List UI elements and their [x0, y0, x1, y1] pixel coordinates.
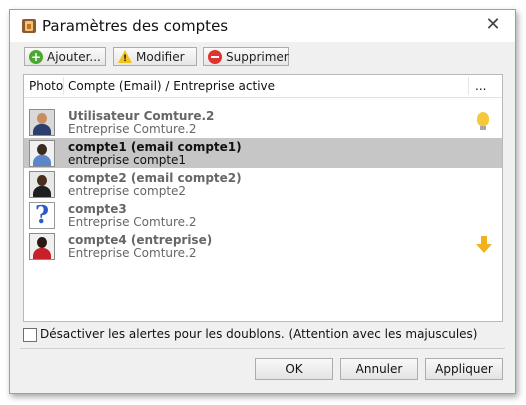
plus-icon: +: [29, 50, 43, 64]
delete-button[interactable]: Supprimer: [203, 47, 289, 66]
list-header: Photo Compte (Email) / Entreprise active…: [24, 75, 502, 98]
cancel-button[interactable]: Annuler: [340, 358, 418, 380]
account-name: compte4 (entreprise): [68, 233, 213, 247]
add-button[interactable]: + Ajouter...: [24, 47, 106, 66]
account-row[interactable]: Utilisateur Comture.2 Entreprise Comture…: [24, 107, 502, 137]
edit-button-label: Modifier: [136, 50, 185, 64]
divider: [20, 348, 505, 349]
accounts-list[interactable]: Photo Compte (Email) / Entreprise active…: [23, 74, 503, 322]
account-name: compte1 (email compte1): [68, 140, 242, 154]
column-header-account[interactable]: Compte (Email) / Entreprise active: [68, 79, 275, 93]
account-name: compte2 (email compte2): [68, 171, 242, 185]
account-company: Entreprise Comture.2: [68, 122, 197, 136]
account-settings-dialog: Paramètres des comptes ✕ + Ajouter... Mo…: [9, 9, 516, 394]
duplicate-alerts-label: Désactiver les alertes pour les doublons…: [40, 327, 478, 341]
account-company: entreprise compte1: [68, 153, 187, 167]
account-row[interactable]: compte4 (entreprise) Entreprise Comture.…: [24, 231, 502, 261]
app-icon: [22, 19, 36, 33]
column-header-photo[interactable]: Photo: [29, 79, 63, 93]
question-mark: ?: [34, 202, 50, 229]
window-title: Paramètres des comptes: [42, 17, 229, 35]
apply-button[interactable]: Appliquer: [425, 358, 503, 380]
avatar: [29, 109, 55, 136]
account-company: Entreprise Comture.2: [68, 215, 197, 229]
close-icon[interactable]: ✕: [481, 13, 505, 37]
account-row[interactable]: compte2 (email compte2) entreprise compt…: [24, 169, 502, 199]
edit-button[interactable]: Modifier: [113, 47, 197, 66]
column-header-more[interactable]: ...: [475, 79, 486, 93]
lightbulb-icon: [477, 112, 489, 130]
account-company: Entreprise Comture.2: [68, 246, 197, 260]
account-row-selected[interactable]: compte1 (email compte1) entreprise compt…: [24, 138, 502, 168]
account-row[interactable]: ? compte3 Entreprise Comture.2: [24, 200, 502, 230]
column-separator: [63, 77, 64, 95]
avatar: [29, 171, 55, 198]
account-name: compte3: [68, 202, 127, 216]
delete-button-label: Supprimer: [226, 50, 289, 64]
avatar: [29, 140, 55, 167]
warning-icon: [118, 50, 132, 66]
account-company: entreprise compte2: [68, 184, 187, 198]
add-button-label: Ajouter...: [47, 50, 101, 64]
title-bar: Paramètres des comptes ✕: [10, 10, 515, 42]
avatar: [29, 233, 55, 260]
column-separator: [468, 77, 469, 95]
account-name: Utilisateur Comture.2: [68, 109, 215, 123]
ok-button[interactable]: OK: [255, 358, 333, 380]
duplicate-alerts-checkbox[interactable]: [23, 328, 37, 342]
arrow-down-icon: [476, 236, 492, 254]
delete-icon: [208, 50, 222, 64]
unknown-avatar-icon: ?: [29, 202, 55, 229]
